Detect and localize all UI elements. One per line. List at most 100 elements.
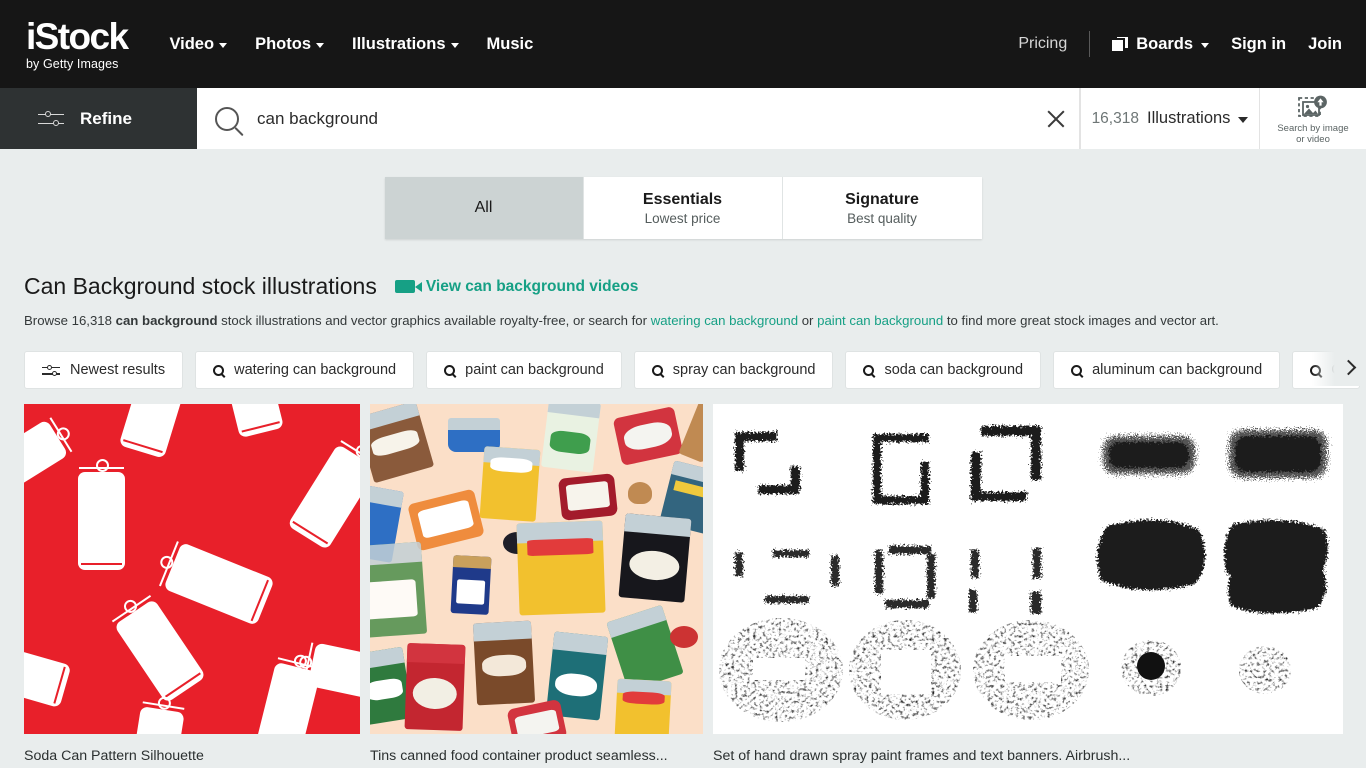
result-card[interactable]: Tins canned food container product seaml… [370, 404, 703, 768]
search-icon[interactable] [215, 106, 239, 131]
view-videos-link[interactable]: View can background videos [394, 277, 639, 296]
media-type-label: Illustrations [1146, 109, 1231, 127]
search-input[interactable] [257, 108, 1033, 129]
boards-label: Boards [1136, 34, 1194, 53]
search-by-image-line2: or video [1296, 134, 1330, 145]
chip-paint-can-background[interactable]: paint can background [426, 351, 622, 390]
nav-item-illustrations[interactable]: Illustrations [352, 35, 459, 54]
result-thumbnail[interactable] [24, 404, 360, 735]
pricing-link[interactable]: Pricing [1018, 35, 1067, 53]
chip-spray-can-background[interactable]: spray can background [633, 351, 834, 390]
chip-newest-results-label: Newest results [70, 362, 166, 379]
result-title[interactable]: Soda Can Pattern Silhouette [24, 748, 360, 764]
nav-item-music-label: Music [486, 34, 534, 53]
nav-item-video[interactable]: Video [169, 34, 228, 54]
result-thumbnail[interactable] [713, 404, 1343, 735]
logo-wordmark: iStock [26, 15, 129, 57]
refine-button[interactable]: Refine [0, 88, 197, 149]
browse-mid: stock illustrations and vector graphics … [217, 313, 651, 328]
chip-aluminum-can-background[interactable]: aluminum can background [1053, 351, 1281, 390]
boards-menu[interactable]: Boards [1112, 34, 1210, 54]
view-videos-label: View can background videos [425, 277, 639, 295]
clear-search-button[interactable] [1033, 109, 1079, 129]
primary-nav: Video Photos Illustrations Music [169, 35, 533, 54]
search-by-image-label: Search by image or video [1277, 123, 1349, 146]
search-icon [444, 364, 456, 376]
chevron-down-icon [316, 42, 324, 48]
chip-soda-can-background[interactable]: soda can background [845, 351, 1042, 390]
nav-item-illustrations-label: Illustrations [352, 34, 446, 53]
video-camera-icon [394, 280, 422, 293]
spray-paint-svg [719, 426, 1328, 723]
browse-description: Browse 16,318 can background stock illus… [0, 300, 1366, 330]
search-icon [651, 364, 663, 376]
nav-item-photos[interactable]: Photos [255, 35, 324, 54]
tab-signature-label: Signature [845, 190, 919, 208]
image-upload-icon [1298, 95, 1327, 117]
chevron-down-icon [1238, 116, 1249, 123]
page-title: Can Background stock illustrations [24, 273, 377, 299]
search-icon [863, 364, 875, 376]
search-icon [1071, 364, 1083, 376]
chevron-down-icon [1201, 42, 1210, 48]
chip-watering-can-background-label: watering can background [234, 362, 397, 379]
canned-food-pattern-art [370, 404, 703, 735]
browse-keyword: can background [115, 313, 218, 328]
nav-item-photos-label: Photos [255, 34, 311, 53]
nav-item-music[interactable]: Music [487, 35, 534, 54]
chip-aluminum-can-background-label: aluminum can background [1092, 362, 1263, 379]
tab-essentials-sub: Lowest price [644, 210, 721, 226]
chevron-down-icon [450, 42, 459, 48]
logo-tagline: by Getty Images [26, 56, 119, 71]
chip-watering-can-background[interactable]: watering can background [195, 351, 415, 390]
page-heading-row: Can Background stock illustrations View … [0, 239, 1366, 300]
nav-item-video-label: Video [169, 34, 215, 53]
main-content: All Essentials Lowest price Signature Be… [0, 149, 1366, 768]
chevron-right-icon [1340, 359, 1357, 376]
license-tabs: All Essentials Lowest price Signature Be… [0, 149, 1366, 239]
result-card[interactable]: Soda Can Pattern Silhouette Vector illus… [24, 404, 360, 768]
search-by-image-line1: Search by image [1277, 123, 1349, 135]
chip-paint-can-background-label: paint can background [465, 362, 604, 379]
result-count: 16,318 [1091, 109, 1139, 127]
nav-divider [1089, 31, 1091, 57]
search-bar: Refine 16,318 Illustrations Search by im… [0, 88, 1366, 149]
search-results-grid: Soda Can Pattern Silhouette Vector illus… [0, 392, 1366, 768]
result-thumbnail[interactable] [370, 404, 703, 735]
sliders-icon [38, 110, 64, 128]
chip-soda-can-background-label: soda can background [884, 362, 1024, 379]
tab-signature-sub: Best quality [847, 210, 917, 226]
sign-in-button[interactable]: Sign in [1231, 35, 1286, 54]
search-by-image-button[interactable]: Search by image or video [1260, 88, 1366, 149]
browse-post: to find more great stock images and vect… [943, 313, 1219, 328]
top-navigation-bar: iStock by Getty Images Video Photos Illu… [0, 0, 1366, 88]
related-search-chips: Newest results watering can background p… [0, 330, 1366, 392]
chip-newest-results[interactable]: Newest results [24, 351, 184, 390]
search-field-container [197, 88, 1080, 149]
browse-link-paint[interactable]: paint can background [817, 313, 943, 328]
chips-scroll-next-button[interactable] [1312, 348, 1366, 387]
result-title[interactable]: Set of hand drawn spray paint frames and… [713, 748, 1343, 764]
tab-essentials[interactable]: Essentials Lowest price [583, 177, 783, 239]
browse-or: or [798, 313, 818, 328]
close-icon [1046, 109, 1066, 129]
browse-link-watering[interactable]: watering can background [651, 313, 798, 328]
secondary-nav: Pricing Boards Sign in Join [1018, 31, 1342, 57]
result-title[interactable]: Tins canned food container product seaml… [370, 748, 703, 764]
tab-essentials-label: Essentials [642, 190, 723, 208]
tab-all[interactable]: All [384, 177, 584, 239]
browse-pre: Browse 16,318 [24, 313, 116, 328]
result-card[interactable]: Set of hand drawn spray paint frames and… [713, 404, 1343, 768]
search-icon [213, 364, 225, 376]
join-button[interactable]: Join [1308, 35, 1342, 54]
refine-label: Refine [80, 108, 132, 128]
chip-spray-can-background-label: spray can background [672, 362, 816, 379]
tab-signature[interactable]: Signature Best quality [782, 177, 982, 239]
tab-all-label: All [474, 199, 493, 216]
boards-icon [1112, 37, 1129, 51]
media-type-dropdown[interactable]: 16,318 Illustrations [1080, 88, 1260, 149]
spray-paint-frames-art [713, 404, 1343, 735]
istock-logo[interactable]: iStock by Getty Images [26, 15, 129, 71]
sliders-icon [42, 364, 60, 377]
chevron-down-icon [219, 42, 228, 48]
